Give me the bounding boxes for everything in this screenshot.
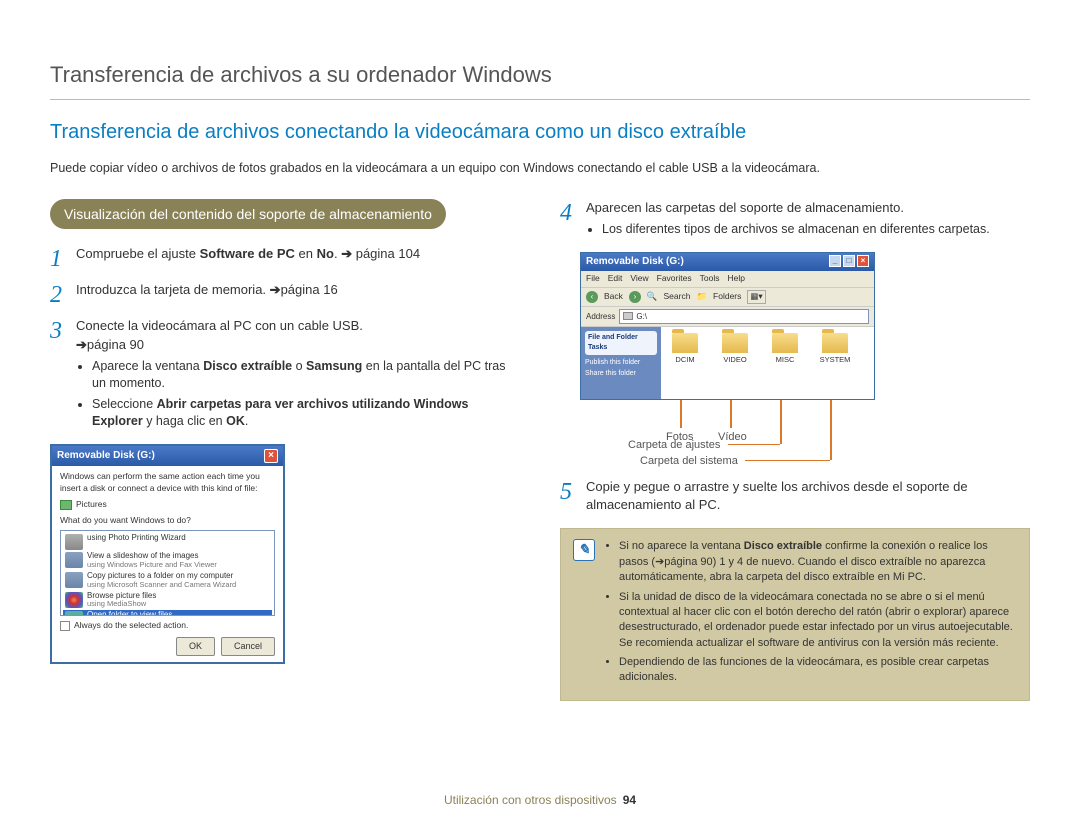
note-box: ✎ Si no aparece la ventana Disco extraíb…: [560, 528, 1030, 701]
folder-misc[interactable]: MISC: [767, 333, 803, 366]
footer: Utilización con otros dispositivos94: [0, 792, 1080, 809]
back-icon[interactable]: ‹: [586, 291, 598, 303]
explorer-menu[interactable]: FileEditViewFavoritesToolsHelp: [581, 271, 874, 288]
autoplay-dialog: Removable Disk (G:) × Windows can perfor…: [50, 444, 285, 664]
callout-ajustes: Carpeta de ajustes: [628, 438, 720, 453]
address-bar[interactable]: G:\: [619, 309, 869, 324]
note-icon: ✎: [573, 539, 595, 561]
folder-open-icon: [65, 611, 83, 616]
pictures-label: Pictures: [76, 499, 107, 511]
maximize-icon[interactable]: □: [843, 255, 855, 267]
callout-sistema: Carpeta del sistema: [640, 454, 738, 469]
page-title: Transferencia de archivos a su ordenador…: [50, 60, 1030, 100]
always-label: Always do the selected action.: [74, 620, 188, 632]
step-number-4: 4: [560, 199, 576, 225]
step-number-3: 3: [50, 317, 66, 343]
forward-icon[interactable]: ›: [629, 291, 641, 303]
folder-icon: [722, 333, 748, 353]
folder-icon: [772, 333, 798, 353]
pictures-icon: [60, 500, 72, 510]
step-number-5: 5: [560, 478, 576, 504]
dialog-prompt: What do you want Windows to do?: [60, 515, 275, 527]
action-list[interactable]: using Photo Printing Wizard View a slide…: [60, 530, 275, 616]
folder-system[interactable]: SYSTEM: [817, 333, 853, 366]
step-number-1: 1: [50, 245, 66, 271]
folder-video[interactable]: VIDEO: [717, 333, 753, 366]
drive-icon: [623, 312, 633, 320]
dialog-title: Removable Disk (G:): [57, 449, 155, 463]
ok-button[interactable]: OK: [176, 637, 215, 656]
slideshow-icon: [65, 552, 83, 568]
mediashow-icon: [65, 592, 83, 608]
dialog-intro: Windows can perform the same action each…: [60, 471, 275, 495]
step-1-body: Compruebe el ajuste Software de PC en No…: [76, 245, 520, 263]
explorer-content[interactable]: DCIM VIDEO MISC SYSTEM: [661, 327, 874, 399]
minimize-icon[interactable]: _: [829, 255, 841, 267]
step-4-body: Aparecen las carpetas del soporte de alm…: [586, 199, 1030, 242]
explorer-sidebar: File and Folder Tasks Publish this folde…: [581, 327, 661, 399]
folder-icon: [822, 333, 848, 353]
step-5-body: Copie y pegue o arrastre y suelte los ar…: [586, 478, 1030, 514]
address-label: Address: [586, 311, 615, 322]
always-checkbox[interactable]: [60, 621, 70, 631]
explorer-toolbar[interactable]: ‹ Back › 🔍Search 📁Folders ▦▾: [581, 288, 874, 307]
section-title: Transferencia de archivos conectando la …: [50, 118, 1030, 146]
close-icon[interactable]: ×: [264, 449, 278, 463]
subsection-pill: Visualización del contenido del soporte …: [50, 199, 446, 229]
sidebar-task-header: File and Folder Tasks: [585, 331, 657, 355]
explorer-window: Removable Disk (G:) _ □ × FileEditViewFa…: [580, 252, 875, 400]
scanner-icon: [65, 572, 83, 588]
explorer-title: Removable Disk (G:): [586, 255, 684, 269]
callout-video: Vídeo: [718, 430, 747, 445]
step-number-2: 2: [50, 281, 66, 307]
close-icon[interactable]: ×: [857, 255, 869, 267]
step-2-body: Introduzca la tarjeta de memoria. ➔págin…: [76, 281, 520, 299]
cancel-button[interactable]: Cancel: [221, 637, 275, 656]
intro-text: Puede copiar vídeo o archivos de fotos g…: [50, 160, 1030, 178]
folder-icon: [672, 333, 698, 353]
folder-dcim[interactable]: DCIM: [667, 333, 703, 366]
step-3-body: Conecte la videocámara al PC con un cabl…: [76, 317, 520, 433]
printer-icon: [65, 534, 83, 550]
